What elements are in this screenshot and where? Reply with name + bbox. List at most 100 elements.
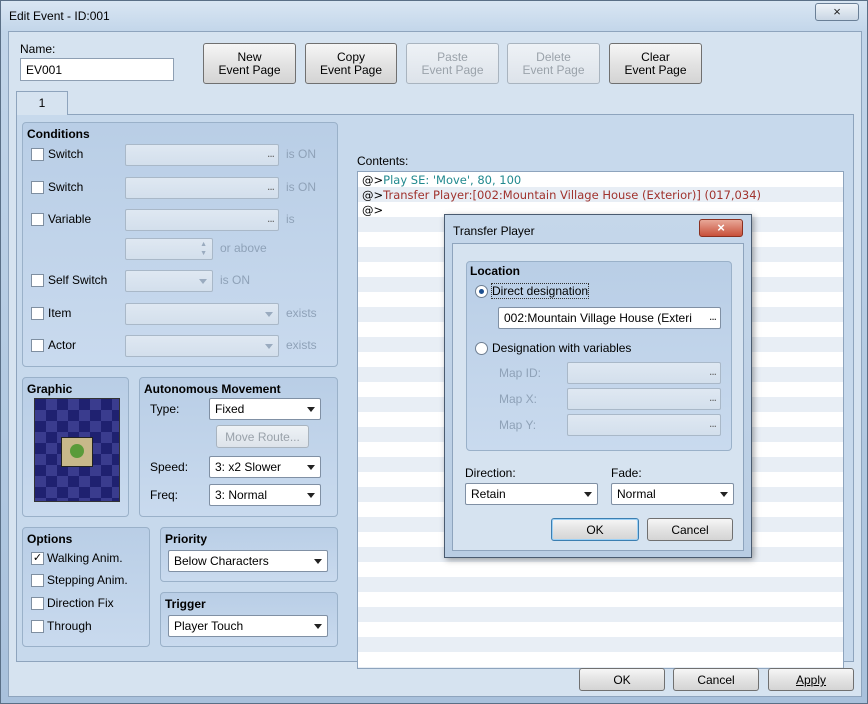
paste-button-line2: Event Page <box>421 63 484 77</box>
command-line[interactable]: @> <box>362 203 383 217</box>
freq-value: 3: Normal <box>215 488 268 502</box>
delete-event-page-button[interactable]: Delete Event Page <box>507 43 600 84</box>
clear-button-line1: Clear <box>641 50 670 64</box>
graphic-preview[interactable] <box>34 398 120 502</box>
ellipsis-icon: ... <box>708 309 717 323</box>
contents-label: Contents: <box>357 154 409 168</box>
switch2-field[interactable]: ... <box>125 177 279 199</box>
switch2-checkbox[interactable] <box>31 181 44 194</box>
walking-anim-checkbox[interactable]: ✓ <box>31 552 44 565</box>
name-label: Name: <box>20 42 56 56</box>
autonomous-movement-group: Autonomous Movement Type: Fixed Move Rou… <box>139 377 338 517</box>
paste-event-page-button[interactable]: Paste Event Page <box>406 43 499 84</box>
copy-button-line2: Event Page <box>319 63 383 77</box>
options-title: Options <box>27 532 73 546</box>
cancel-button[interactable]: Cancel <box>673 668 759 691</box>
switch1-checkbox[interactable] <box>31 148 44 161</box>
type-label: Type: <box>150 402 180 416</box>
through-checkbox[interactable] <box>31 620 44 633</box>
command-line[interactable]: @>Transfer Player:[002:Mountain Village … <box>362 188 761 202</box>
freq-select[interactable]: 3: Normal <box>209 484 321 506</box>
designation-variables-label: Designation with variables <box>492 341 632 355</box>
actor-select[interactable] <box>125 335 279 357</box>
conditions-group: Conditions Switch ... is ON Switch ... i… <box>22 122 338 367</box>
location-group: Location Direct designation 002:Mountain… <box>466 261 732 451</box>
location-title: Location <box>470 264 520 278</box>
switch1-suffix: is ON <box>286 147 316 161</box>
map-x-label: Map X: <box>499 392 538 406</box>
through-label: Through <box>47 619 92 633</box>
trigger-select[interactable]: Player Touch <box>168 615 328 637</box>
designation-variables-radio[interactable] <box>475 342 488 355</box>
trigger-group: Trigger Player Touch <box>160 592 338 647</box>
chevron-down-icon <box>265 344 273 349</box>
ellipsis-icon: ... <box>266 211 275 225</box>
priority-select[interactable]: Below Characters <box>168 550 328 572</box>
speed-value: 3: x2 Slower <box>215 460 282 474</box>
variable-value-spinner[interactable]: ▲ ▼ <box>125 238 213 260</box>
direction-fix-checkbox[interactable] <box>31 597 44 610</box>
fade-select[interactable]: Normal <box>611 483 734 505</box>
conditions-title: Conditions <box>27 127 90 141</box>
ellipsis-icon: ... <box>266 179 275 193</box>
speed-select[interactable]: 3: x2 Slower <box>209 456 321 478</box>
new-event-page-button[interactable]: New Event Page <box>203 43 296 84</box>
item-checkbox[interactable] <box>31 307 44 320</box>
direction-fix-label: Direction Fix <box>47 596 114 610</box>
item-select[interactable] <box>125 303 279 325</box>
actor-suffix: exists <box>286 338 317 352</box>
name-input[interactable] <box>20 58 174 81</box>
dialog-close-button[interactable]: × <box>699 219 743 237</box>
ok-button[interactable]: OK <box>579 668 665 691</box>
ellipsis-icon: ... <box>266 146 275 160</box>
priority-group: Priority Below Characters <box>160 527 338 582</box>
direct-map-value: 002:Mountain Village House (Exteri <box>504 311 692 325</box>
type-select[interactable]: Fixed <box>209 398 321 420</box>
clear-button-line2: Event Page <box>624 63 687 77</box>
map-id-field[interactable]: ... <box>567 362 721 384</box>
variable-label: Variable <box>48 212 92 226</box>
window-title: Edit Event - ID:001 <box>9 9 110 23</box>
apply-button[interactable]: Apply <box>768 668 854 691</box>
priority-title: Priority <box>165 532 208 546</box>
copy-button-line1: Copy <box>336 50 365 64</box>
ellipsis-icon: ... <box>708 390 717 404</box>
freq-label: Freq: <box>150 488 179 502</box>
actor-checkbox[interactable] <box>31 339 44 352</box>
dialog-ok-button[interactable]: OK <box>551 518 639 541</box>
self-switch-label: Self Switch <box>48 273 108 287</box>
paste-button-line1: Paste <box>437 50 468 64</box>
map-y-field[interactable]: ... <box>567 414 721 436</box>
title-bar: Edit Event - ID:001 × <box>1 1 867 31</box>
direct-designation-radio[interactable] <box>475 285 488 298</box>
actor-label: Actor <box>48 338 77 352</box>
new-button-line2: Event Page <box>218 63 281 77</box>
copy-event-page-button[interactable]: Copy Event Page <box>305 43 397 84</box>
options-group: Options ✓ Walking Anim. Stepping Anim. D… <box>22 527 150 647</box>
variable-field[interactable]: ... <box>125 209 279 231</box>
switch1-field[interactable]: ... <box>125 144 279 166</box>
command-line[interactable]: @>Play SE: 'Move', 80, 100 <box>362 173 521 187</box>
self-switch-checkbox[interactable] <box>31 274 44 287</box>
move-route-button[interactable]: Move Route... <box>216 425 309 448</box>
tab-page-1[interactable]: 1 <box>16 91 68 115</box>
direct-map-field[interactable]: 002:Mountain Village House (Exteri ... <box>498 307 721 329</box>
direction-select[interactable]: Retain <box>465 483 598 505</box>
window-close-button[interactable]: × <box>815 3 859 21</box>
clear-event-page-button[interactable]: Clear Event Page <box>609 43 702 84</box>
speed-label: Speed: <box>150 460 189 474</box>
map-y-label: Map Y: <box>499 418 537 432</box>
movement-title: Autonomous Movement <box>144 382 281 396</box>
chevron-down-icon <box>199 279 207 284</box>
fade-label: Fade: <box>611 466 642 480</box>
dialog-cancel-button[interactable]: Cancel <box>647 518 733 541</box>
delete-button-line2: Event Page <box>522 63 585 77</box>
variable-checkbox[interactable] <box>31 213 44 226</box>
map-x-field[interactable]: ... <box>567 388 721 410</box>
stepping-anim-checkbox[interactable] <box>31 574 44 587</box>
self-switch-select[interactable] <box>125 270 213 292</box>
graphic-title: Graphic <box>27 382 73 396</box>
delete-button-line1: Delete <box>536 50 571 64</box>
chevron-down-icon <box>307 407 315 412</box>
command-text: Transfer Player:[002:Mountain Village Ho… <box>383 188 761 202</box>
